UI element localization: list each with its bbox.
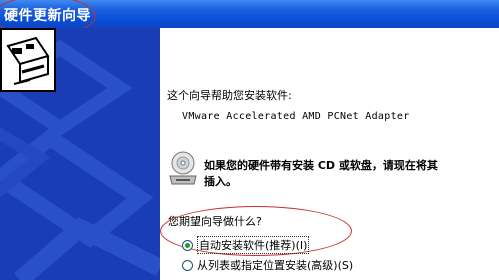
auto-install-label[interactable]: 自动安装软件(推荐)(I) [197, 236, 310, 254]
auto-install-radio[interactable] [182, 239, 193, 251]
intro-text: 这个向导帮助您安装软件: [167, 89, 292, 102]
hardware-card-icon [0, 28, 56, 92]
cd-drive-icon [169, 151, 197, 185]
auto-install-option[interactable]: 自动安装软件(推荐)(I) [182, 236, 310, 254]
manual-install-radio[interactable] [182, 259, 193, 271]
manual-install-option[interactable]: 从列表或指定位置安装(高级)(S) [182, 257, 353, 273]
manual-install-label[interactable]: 从列表或指定位置安装(高级)(S) [197, 257, 353, 273]
insert-media-message: 如果您的硬件带有安装 CD 或软盘，请现在将其插入。 [204, 159, 438, 188]
device-name: VMware Accelerated AMD PCNet Adapter [182, 111, 410, 122]
wizard-side-panel [0, 28, 160, 280]
